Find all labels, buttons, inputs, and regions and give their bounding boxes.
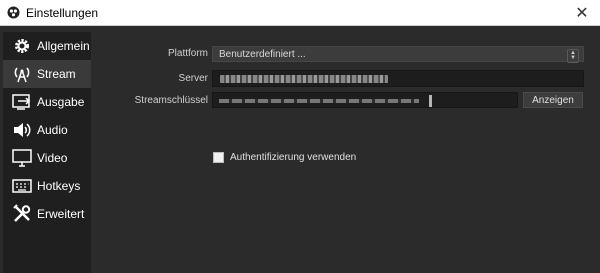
close-icon[interactable]: ✕ [564, 0, 600, 25]
title-bar: Einstellungen ✕ [0, 0, 600, 26]
settings-sidebar: Allgemein Stream Ausgabe Audio Video Hot… [3, 32, 91, 273]
keyboard-icon [11, 175, 33, 197]
window-title: Einstellungen [26, 5, 99, 20]
platform-label: Plattform [167, 48, 208, 59]
gear-icon [11, 35, 33, 57]
sidebar-item-audio[interactable]: Audio [3, 116, 91, 144]
sidebar-item-video[interactable]: Video [3, 144, 91, 172]
speaker-icon [11, 119, 33, 141]
chevron-updown-icon: ▲ ▼ [567, 49, 579, 63]
stream-key-input[interactable] [212, 92, 518, 108]
sidebar-item-label: Video [37, 151, 68, 165]
sidebar-item-label: Audio [37, 123, 68, 137]
text-cursor [429, 95, 432, 107]
platform-value: Benutzerdefiniert ... [219, 48, 306, 60]
sidebar-item-allgemein[interactable]: Allgemein [3, 32, 91, 60]
sidebar-item-label: Erweitert [37, 207, 85, 221]
masked-stream-key [219, 99, 419, 103]
sidebar-item-label: Hotkeys [37, 179, 81, 193]
settings-window: Einstellungen ✕ Allgemein Stream Ausgabe [0, 0, 600, 273]
obs-logo-icon [6, 6, 20, 20]
auth-checkbox[interactable] [213, 152, 224, 163]
output-icon [11, 91, 33, 113]
server-input[interactable] [212, 70, 584, 87]
stream-key-label: Streamschlüssel [134, 95, 208, 106]
server-label: Server [178, 73, 208, 84]
platform-select[interactable]: Benutzerdefiniert ... ▲ ▼ [212, 46, 584, 63]
stream-settings-panel: Plattform Benutzerdefiniert ... ▲ ▼ Serve… [91, 32, 600, 273]
monitor-icon [11, 147, 33, 169]
sidebar-item-label: Ausgabe [37, 95, 85, 109]
sidebar-item-label: Allgemein [37, 39, 90, 53]
broadcast-icon [11, 63, 33, 85]
auth-checkbox-label: Authentifizierung verwenden [230, 152, 357, 163]
sidebar-item-label: Stream [37, 67, 76, 81]
show-key-button[interactable]: Anzeigen [523, 92, 583, 108]
tools-icon [11, 203, 33, 225]
redacted-server-value [220, 75, 388, 83]
sidebar-item-hotkeys[interactable]: Hotkeys [3, 172, 91, 200]
sidebar-item-stream[interactable]: Stream [3, 60, 91, 88]
sidebar-item-erweitert[interactable]: Erweitert [3, 200, 91, 228]
auth-checkbox-row[interactable]: Authentifizierung verwenden [213, 152, 356, 163]
sidebar-item-ausgabe[interactable]: Ausgabe [3, 88, 91, 116]
